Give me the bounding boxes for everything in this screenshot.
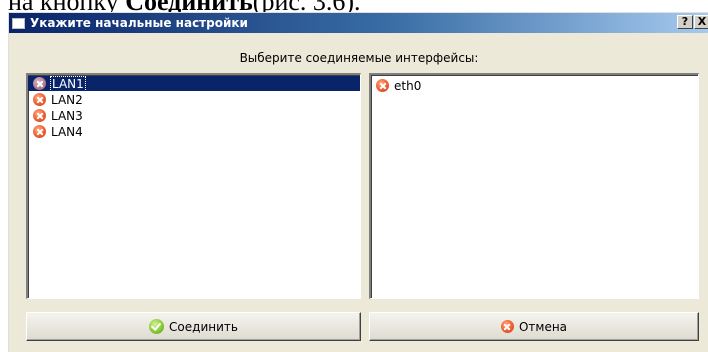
list-item-label: LAN3 — [51, 108, 83, 123]
red-x-circle-icon — [33, 93, 46, 106]
window-title: Укажите начальные настройки — [30, 16, 248, 30]
red-x-circle-icon — [33, 77, 46, 90]
list-item-label: LAN2 — [51, 92, 83, 107]
left-interface-list[interactable]: LAN1 LAN2 LAN3 LAN4 — [26, 73, 361, 299]
cancel-button[interactable]: Отмена — [369, 312, 699, 341]
right-interface-list[interactable]: eth0 — [369, 73, 699, 299]
title-bar[interactable]: Укажите начальные настройки ? X — [9, 13, 708, 33]
connect-button-label: Соединить — [169, 319, 238, 334]
connect-button[interactable]: Соединить — [26, 312, 361, 341]
list-item-label: LAN4 — [51, 124, 83, 139]
help-button[interactable]: ? — [677, 15, 693, 29]
cancel-button-label: Отмена — [518, 319, 568, 334]
window-icon — [12, 17, 25, 29]
list-item-label: eth0 — [394, 78, 422, 93]
red-x-circle-icon — [376, 79, 389, 92]
list-item-lan1[interactable]: LAN1 — [28, 75, 360, 92]
list-item-lan3[interactable]: LAN3 — [28, 108, 360, 123]
list-item-label: LAN1 — [50, 75, 86, 92]
interfaces-prompt: Выберите соединяемые интерфейсы: — [239, 51, 479, 65]
red-x-circle-icon — [33, 125, 46, 138]
list-item-eth0[interactable]: eth0 — [371, 78, 698, 93]
settings-dialog: Укажите начальные настройки ? X Выберите… — [8, 12, 708, 352]
green-check-icon — [149, 319, 165, 334]
list-item-lan2[interactable]: LAN2 — [28, 92, 360, 107]
list-item-lan4[interactable]: LAN4 — [28, 124, 360, 139]
close-button[interactable]: X — [694, 15, 708, 29]
red-x-circle-icon — [33, 109, 46, 122]
red-x-circle-icon — [500, 320, 514, 333]
